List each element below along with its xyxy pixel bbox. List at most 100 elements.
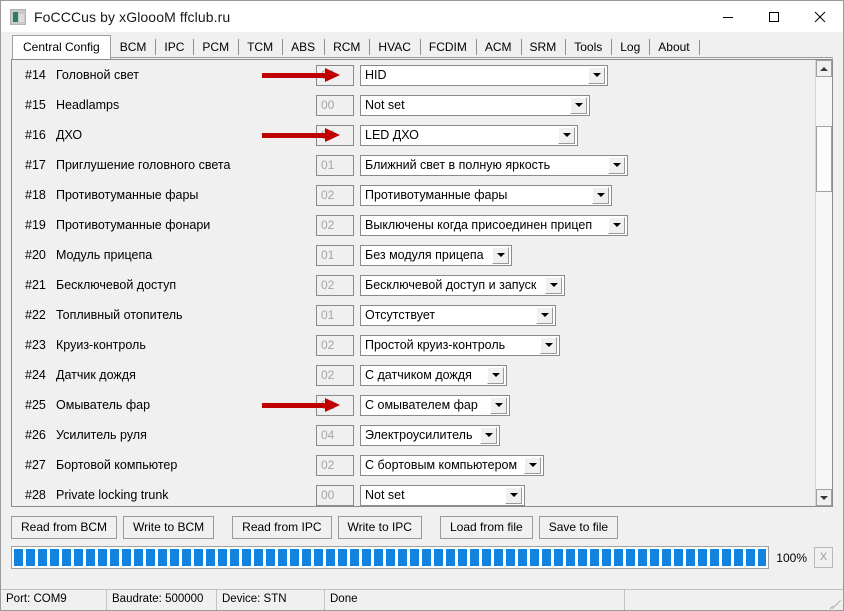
chevron-down-icon[interactable] (558, 126, 575, 144)
tab-acm[interactable]: ACM (475, 37, 521, 58)
row-number: #20 (25, 248, 46, 262)
value-dropdown[interactable]: Ближний свет в полную яркость (360, 154, 628, 176)
read-from-bcm-button[interactable]: Read from BCM (11, 515, 118, 539)
config-row: #23 Круиз-контроль 02 Простой круиз-контрол… (12, 330, 815, 360)
chevron-down-icon[interactable] (588, 66, 605, 84)
chevron-down-icon[interactable] (524, 456, 541, 474)
window-title: FoCCCus by xGloooM ffclub.ru (34, 8, 231, 25)
code-field[interactable]: 01 (316, 304, 354, 326)
chevron-down-icon[interactable] (487, 366, 504, 384)
value-dropdown[interactable]: Без модуля прицепа (360, 244, 512, 266)
value-dropdown[interactable]: Электроусилитель (360, 424, 500, 446)
scroll-down-icon[interactable] (816, 489, 832, 506)
row-label: Противотуманные фары (56, 188, 199, 202)
value-dropdown[interactable]: Выключены когда присоединен прицеп (360, 214, 628, 236)
chevron-down-icon[interactable] (540, 336, 557, 354)
value-dropdown[interactable]: LED ДХО (360, 124, 578, 146)
dropdown-value: HID (365, 67, 387, 82)
value-dropdown[interactable]: С датчиком дождя (360, 364, 507, 386)
tab-log[interactable]: Log (611, 37, 650, 58)
scroll-up-icon[interactable] (816, 60, 832, 77)
config-rows: #14 Головной свет 05 HID #15 Headlamps 00 Not s… (12, 60, 815, 506)
progress-fill (14, 549, 767, 566)
row-number: #26 (25, 428, 46, 442)
config-row: #19 Противотуманные фонари 02 Выключены ког… (12, 210, 815, 240)
app-icon (10, 8, 26, 25)
code-field[interactable]: 02 (316, 454, 354, 476)
chevron-down-icon[interactable] (505, 486, 522, 504)
config-row: #18 Противотуманные фары 02 Противотуманные… (12, 180, 815, 210)
tab-central-config[interactable]: Central Config (12, 35, 111, 59)
code-field[interactable]: 00 (316, 484, 354, 506)
chevron-down-icon[interactable] (536, 306, 553, 324)
save-to-file-button[interactable]: Save to file (538, 515, 619, 539)
dropdown-value: С датчиком дождя (365, 367, 472, 382)
close-icon[interactable] (797, 1, 843, 32)
tab-tools[interactable]: Tools (565, 37, 612, 58)
write-to-bcm-button[interactable]: Write to BCM (123, 515, 215, 539)
minimize-icon[interactable] (705, 1, 751, 32)
code-field[interactable]: 04 (316, 424, 354, 446)
status-cell: Done (325, 590, 625, 610)
tab-bcm[interactable]: BCM (110, 37, 156, 58)
chevron-down-icon[interactable] (490, 396, 507, 414)
row-number: #28 (25, 488, 46, 502)
tab-abs[interactable]: ABS (282, 37, 325, 58)
value-dropdown[interactable]: Противотуманные фары (360, 184, 612, 206)
code-field[interactable]: 00 (316, 94, 354, 116)
chevron-down-icon[interactable] (608, 156, 625, 174)
value-dropdown[interactable]: С омывателем фар (360, 394, 510, 416)
code-field[interactable]: 02 (316, 184, 354, 206)
value-dropdown[interactable]: С бортовым компьютером (360, 454, 544, 476)
value-dropdown[interactable]: Отсутствует (360, 304, 556, 326)
config-row: #26 Усилитель руля 04 Электроусилитель (12, 420, 815, 450)
config-row: #21 Бесключевой доступ 02 Бесключевой досту… (12, 270, 815, 300)
row-label: Датчик дождя (56, 368, 136, 382)
maximize-icon[interactable] (751, 1, 797, 32)
value-dropdown[interactable]: Бесключевой доступ и запуск (360, 274, 565, 296)
row-label: Топливный отопитель (56, 308, 183, 322)
read-from-ipc-button[interactable]: Read from IPC (232, 515, 332, 539)
code-field[interactable]: 02 (316, 364, 354, 386)
dropdown-value: Электроусилитель (365, 427, 473, 442)
code-field[interactable]: 02 (316, 334, 354, 356)
scrollbar-thumb[interactable] (816, 126, 832, 192)
cancel-button[interactable]: X (814, 547, 833, 568)
chevron-down-icon[interactable] (492, 246, 509, 264)
row-label: Модуль прицепа (56, 248, 153, 262)
client-area: #14 Головной свет 05 HID #15 Headlamps 00 Not s… (1, 58, 843, 589)
code-field[interactable]: 02 (316, 274, 354, 296)
value-dropdown[interactable]: Простой круиз-контроль (360, 334, 560, 356)
chevron-down-icon[interactable] (545, 276, 562, 294)
status-cell: Port: COM9 (1, 590, 107, 610)
chevron-down-icon[interactable] (570, 96, 587, 114)
code-field[interactable]: 05 (316, 64, 354, 86)
dropdown-value: Простой круиз-контроль (365, 337, 506, 352)
app-window: FoCCCus by xGloooM ffclub.ru Central Con… (0, 0, 844, 611)
load-from-file-button[interactable]: Load from file (439, 515, 533, 539)
tab-hvac[interactable]: HVAC (369, 37, 420, 58)
code-field[interactable]: 02 (316, 394, 354, 416)
chevron-down-icon[interactable] (480, 426, 497, 444)
tab-rcm[interactable]: RCM (324, 37, 370, 58)
vertical-scrollbar[interactable] (815, 60, 832, 506)
tab-srm[interactable]: SRM (520, 37, 566, 58)
write-to-ipc-button[interactable]: Write to IPC (337, 515, 422, 539)
tab-tcm[interactable]: TCM (238, 37, 283, 58)
row-number: #22 (25, 308, 46, 322)
value-dropdown[interactable]: Not set (360, 484, 525, 506)
chevron-down-icon[interactable] (592, 186, 609, 204)
code-field[interactable]: 02 (316, 214, 354, 236)
tab-ipc[interactable]: IPC (155, 37, 194, 58)
config-row: #20 Модуль прицепа 01 Без модуля прицепа (12, 240, 815, 270)
chevron-down-icon[interactable] (608, 216, 625, 234)
value-dropdown[interactable]: Not set (360, 94, 590, 116)
tab-fcdim[interactable]: FCDIM (419, 37, 476, 58)
tab-about[interactable]: About (649, 37, 699, 58)
code-field[interactable]: 05 (316, 124, 354, 146)
code-field[interactable]: 01 (316, 244, 354, 266)
tab-pcm[interactable]: PCM (193, 37, 239, 58)
resize-grip-icon[interactable] (828, 596, 842, 610)
value-dropdown[interactable]: HID (360, 64, 608, 86)
code-field[interactable]: 01 (316, 154, 354, 176)
